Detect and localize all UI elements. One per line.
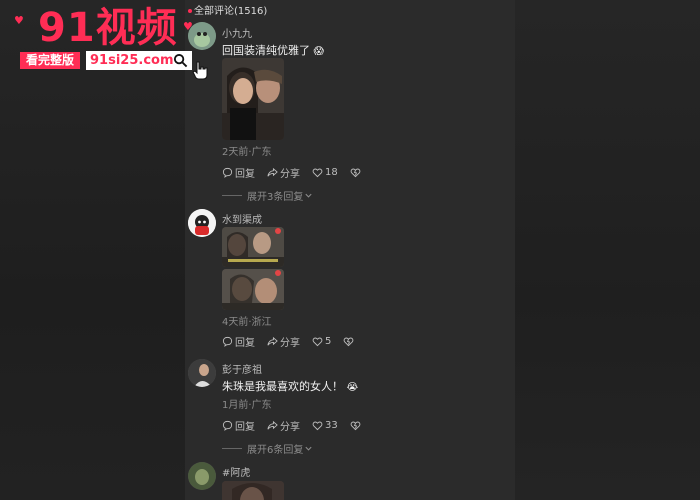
comment-emoji: 😭	[346, 382, 359, 393]
like-button[interactable]: 18	[312, 167, 338, 178]
broken-heart-icon	[350, 168, 361, 178]
share-label: 分享	[280, 422, 300, 433]
broken-heart-icon	[343, 337, 354, 347]
avatar[interactable]	[188, 359, 216, 387]
comment-username[interactable]: 水到渠成	[222, 211, 262, 226]
comment-photo[interactable]	[222, 481, 284, 500]
comment-photo[interactable]	[222, 269, 284, 310]
comment-photo[interactable]	[222, 58, 284, 140]
comment-text: 朱珠是我最喜欢的女人！ 😭	[222, 378, 358, 394]
comment-meta: 2天前·广东	[222, 147, 272, 158]
left-background	[0, 0, 185, 500]
header-dot	[188, 9, 192, 13]
comment-actions: 回复 分享 33	[222, 418, 375, 433]
like-count: 33	[325, 420, 338, 431]
reply-button[interactable]: 回复	[222, 165, 255, 180]
expand-replies-label: 展开3条回复	[247, 192, 304, 203]
watermark-badge: 看完整版	[20, 52, 81, 69]
heart-icon: ♥	[14, 14, 24, 27]
share-button[interactable]: 分享	[267, 165, 300, 180]
heart-icon	[312, 421, 323, 431]
reply-label: 回复	[235, 422, 255, 433]
expand-replies[interactable]: 展开6条回复	[222, 441, 313, 456]
dislike-button[interactable]	[350, 167, 363, 178]
avatar[interactable]	[188, 209, 216, 237]
reply-button[interactable]: 回复	[222, 334, 255, 349]
comment-photo[interactable]	[222, 227, 284, 267]
expand-replies-label: 展开6条回复	[247, 445, 304, 456]
share-arrow-icon	[267, 420, 278, 430]
comment-actions: 回复 分享 18	[222, 165, 375, 180]
share-label: 分享	[280, 338, 300, 349]
share-arrow-icon	[267, 167, 278, 177]
share-button[interactable]: 分享	[267, 418, 300, 433]
speech-bubble-icon	[222, 167, 233, 178]
watermark-url-text: 91si25.com	[90, 53, 174, 68]
comment-text-body: 回国装清纯优雅了	[222, 44, 310, 57]
comment-username[interactable]: 小九九	[222, 25, 252, 40]
comment-text: 回国装清纯优雅了 😱	[222, 42, 324, 58]
comment-actions: 回复 分享 5	[222, 334, 368, 349]
comments-count-label: 全部评论(1516)	[194, 6, 268, 17]
chevron-down-icon	[305, 446, 312, 451]
reply-label: 回复	[235, 338, 255, 349]
avatar[interactable]	[188, 462, 216, 490]
speech-bubble-icon	[222, 336, 233, 347]
heart-icon	[312, 168, 323, 178]
reply-label: 回复	[235, 169, 255, 180]
watermark-url: 91si25.com	[86, 51, 192, 70]
expand-divider	[222, 195, 242, 196]
like-button[interactable]: 33	[312, 420, 338, 431]
share-arrow-icon	[267, 336, 278, 346]
comments-header: 全部评论(1516)	[188, 2, 267, 17]
right-background	[515, 0, 700, 500]
like-button[interactable]: 5	[312, 336, 331, 347]
heart-icon	[312, 337, 323, 347]
like-count: 18	[325, 167, 338, 178]
expand-divider	[222, 448, 242, 449]
reply-button[interactable]: 回复	[222, 418, 255, 433]
dislike-button[interactable]	[350, 420, 363, 431]
dislike-button[interactable]	[343, 336, 356, 347]
comment-text-body: 朱珠是我最喜欢的女人！	[222, 380, 343, 393]
watermark-title: 91视频	[38, 5, 178, 51]
broken-heart-icon	[350, 421, 361, 431]
comment-meta: 4天前·浙江	[222, 317, 272, 328]
avatar[interactable]	[188, 22, 216, 50]
share-button[interactable]: 分享	[267, 334, 300, 349]
search-icon	[173, 53, 188, 68]
comment-username[interactable]: 彭于彦祖	[222, 361, 262, 376]
comment-meta: 1月前·广东	[222, 400, 272, 411]
chevron-down-icon	[305, 193, 312, 198]
speech-bubble-icon	[222, 420, 233, 431]
pointer-hand-icon	[192, 61, 208, 80]
share-label: 分享	[280, 169, 300, 180]
like-count: 5	[325, 336, 332, 347]
comment-emoji: 😱	[313, 46, 324, 57]
comment-username[interactable]: #阿虎	[222, 464, 250, 479]
expand-replies[interactable]: 展开3条回复	[222, 188, 313, 203]
